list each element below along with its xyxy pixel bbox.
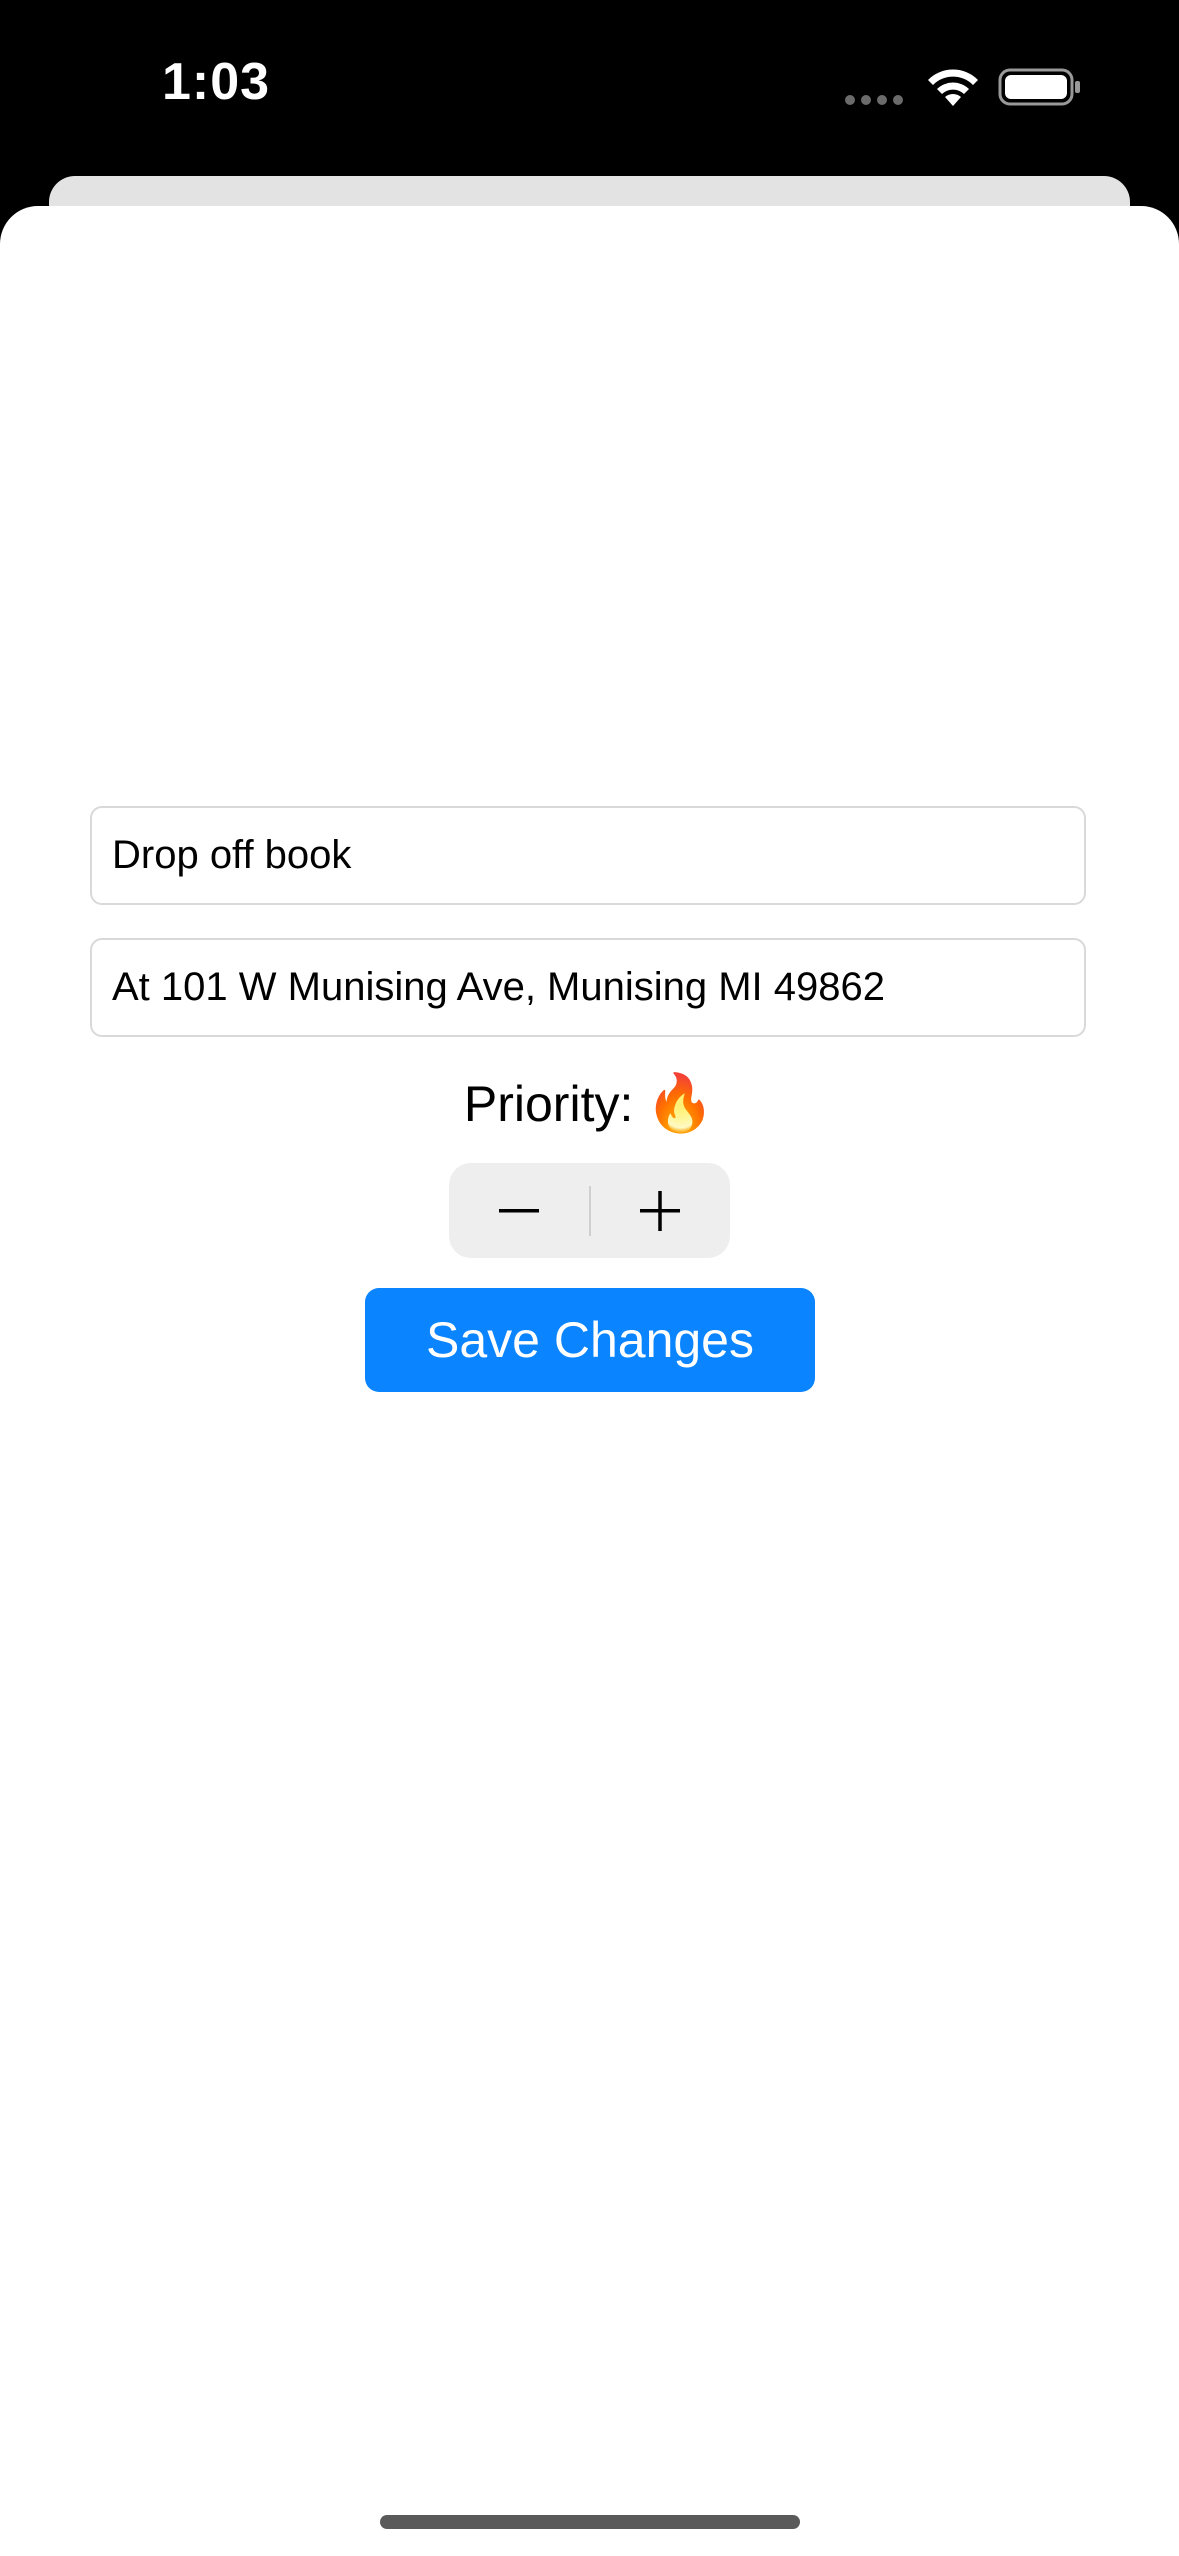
home-indicator[interactable] [380, 2515, 800, 2529]
stepper-increment-button[interactable] [591, 1163, 731, 1258]
priority-label: Priority: [463, 1076, 634, 1132]
status-time: 1:03 [162, 53, 271, 111]
stepper-decrement-button[interactable] [449, 1163, 589, 1258]
battery-icon [998, 68, 1080, 106]
location-field[interactable]: At 101 W Munising Ave, Munising MI 49862 [90, 938, 1086, 1037]
status-bar: 1:03 [0, 0, 1179, 175]
wifi-icon [928, 69, 978, 106]
fire-icon: 🔥 [645, 1071, 716, 1136]
title-field[interactable]: Drop off book [90, 806, 1086, 905]
save-changes-button[interactable]: Save Changes [365, 1288, 815, 1392]
title-field-value: Drop off book [112, 833, 352, 877]
minus-icon [498, 1208, 539, 1212]
location-field-value: At 101 W Munising Ave, Munising MI 49862 [112, 965, 886, 1009]
priority-stepper [449, 1163, 730, 1258]
signal-dots-icon [845, 95, 905, 105]
plus-icon [640, 1190, 681, 1231]
priority-row: Priority: 🔥 [0, 1064, 1179, 1144]
